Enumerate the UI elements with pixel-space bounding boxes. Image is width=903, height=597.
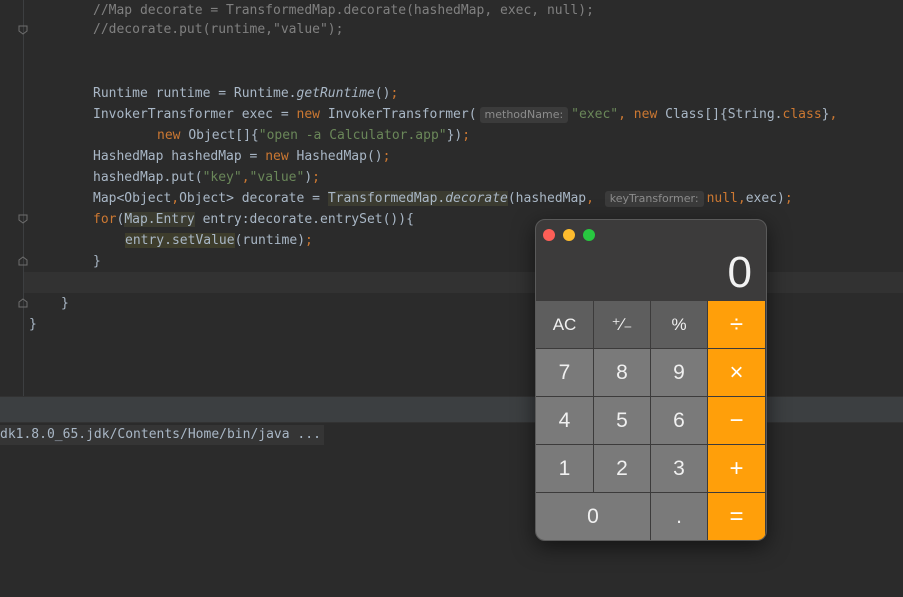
code-line: InvokerTransformer exec = new InvokerTra…	[93, 107, 838, 123]
run-console[interactable]: dk1.8.0_65.jdk/Contents/Home/bin/java ..…	[0, 423, 903, 597]
run-panel-toolbar	[0, 396, 903, 423]
fold-marker-icon[interactable]	[18, 25, 28, 35]
digit-0-button[interactable]: 0	[536, 493, 651, 540]
parameter-hint: keyTransformer:	[604, 191, 704, 207]
digit-3-button[interactable]: 3	[651, 445, 708, 493]
fold-marker-icon[interactable]	[18, 214, 28, 224]
digit-2-button[interactable]: 2	[594, 445, 651, 493]
minimize-window-button[interactable]	[563, 229, 575, 241]
minus-button[interactable]: −	[708, 397, 766, 445]
digit-7-button[interactable]: 7	[536, 349, 594, 397]
code-line: HashedMap hashedMap = new HashedMap();	[93, 149, 391, 164]
ac-button[interactable]: AC	[536, 301, 594, 349]
digit-1-button[interactable]: 1	[536, 445, 594, 493]
code-line: hashedMap.put("key","value");	[93, 170, 320, 185]
percent-button[interactable]: %	[651, 301, 708, 349]
current-line-highlight	[24, 272, 903, 293]
digit-4-button[interactable]: 4	[536, 397, 594, 445]
code-line: }	[93, 254, 101, 269]
multiply-button[interactable]: ×	[708, 349, 766, 397]
parameter-hint: methodName:	[479, 107, 569, 123]
plus-button[interactable]: +	[708, 445, 766, 493]
digit-8-button[interactable]: 8	[594, 349, 651, 397]
digit-9-button[interactable]: 9	[651, 349, 708, 397]
calculator-display: 0	[727, 248, 752, 297]
code-line: Runtime runtime = Runtime.getRuntime();	[93, 86, 399, 101]
code-line-comment: //decorate.put(runtime,"value");	[93, 22, 344, 37]
fold-end-icon[interactable]	[18, 256, 28, 266]
code-line: Map<Object,Object> decorate = Transforme…	[93, 191, 793, 207]
calculator-window[interactable]: 0 AC ⁺∕₋ % ÷ 7 8 9 × 4 5 6 − 1 2 3 + 0 .…	[535, 219, 767, 541]
equals-button[interactable]: =	[708, 493, 766, 540]
calculator-keypad: AC ⁺∕₋ % ÷ 7 8 9 × 4 5 6 − 1 2 3 + 0 . =	[536, 301, 766, 540]
gutter-divider	[23, 0, 24, 396]
zoom-window-button[interactable]	[583, 229, 595, 241]
divide-button[interactable]: ÷	[708, 301, 766, 349]
code-line: new Object[]{"open -a Calculator.app"});	[157, 128, 471, 143]
digit-5-button[interactable]: 5	[594, 397, 651, 445]
code-line: }	[61, 296, 69, 311]
digit-6-button[interactable]: 6	[651, 397, 708, 445]
code-line-comment: //Map decorate = TransformedMap.decorate…	[93, 3, 594, 18]
code-line: for(Map.Entry entry:decorate.entrySet())…	[93, 212, 414, 227]
sign-toggle-button[interactable]: ⁺∕₋	[594, 301, 651, 349]
code-editor[interactable]: //Map decorate = TransformedMap.decorate…	[0, 0, 903, 396]
close-window-button[interactable]	[543, 229, 555, 241]
decimal-button[interactable]: .	[651, 493, 708, 540]
fold-end-icon[interactable]	[18, 298, 28, 308]
console-command-line: dk1.8.0_65.jdk/Contents/Home/bin/java ..…	[0, 425, 324, 445]
code-line: }	[29, 317, 37, 332]
code-line: entry.setValue(runtime);	[125, 233, 313, 248]
